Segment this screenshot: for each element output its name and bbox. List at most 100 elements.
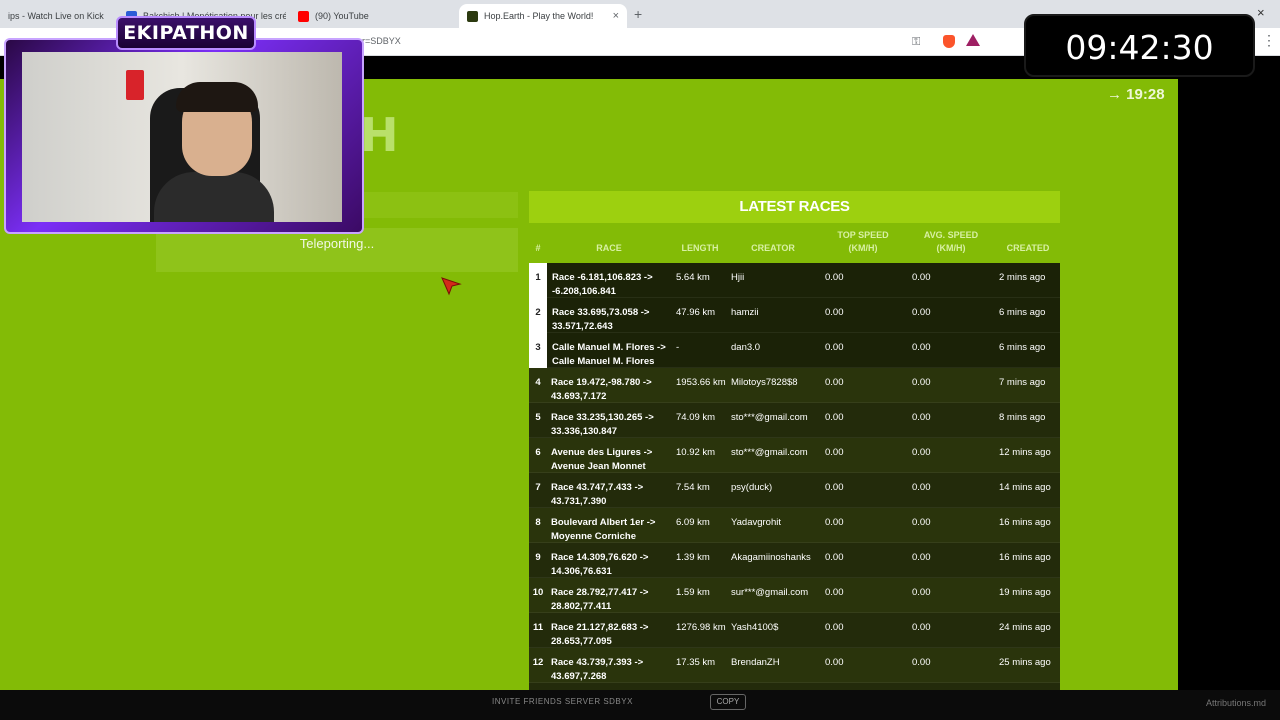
youtube-favicon-icon	[298, 10, 309, 22]
race-top-speed: 0.00	[825, 342, 844, 353]
races-table-header: # RACE LENGTH CREATOR TOP SPEED (KM/H) A…	[529, 223, 1060, 263]
tab-kick[interactable]: ips - Watch Live on Kick	[0, 4, 112, 28]
copy-server-button[interactable]: COPY	[710, 694, 746, 710]
brave-rewards-icon[interactable]	[966, 34, 980, 46]
tab-hop-earth-label: Hop.Earth - Play the World!	[484, 11, 594, 21]
race-created: 24 mins ago	[999, 622, 1051, 633]
race-creator: hamzii	[731, 307, 759, 318]
brave-shield-icon[interactable]	[943, 35, 955, 48]
race-row[interactable]: 6 Avenue des Ligures -> Avenue Jean Monne…	[529, 438, 1060, 473]
race-name: Boulevard Albert 1er -> Moyenne Corniche	[551, 517, 656, 542]
race-created: 6 mins ago	[999, 342, 1046, 353]
col-avg-speed-header: AVG. SPEED (KM/H)	[923, 230, 979, 253]
race-created: 16 mins ago	[999, 517, 1051, 528]
race-created: 7 mins ago	[999, 377, 1046, 388]
tab-close-icon[interactable]: ×	[605, 10, 619, 22]
race-length: 47.96 km	[676, 307, 716, 318]
race-row[interactable]: 10 Race 28.792,77.417 -> 28.802,77.411 1.5…	[529, 578, 1060, 613]
invite-friends-text: INVITE FRIENDS SERVER SDBYX	[492, 697, 633, 706]
race-row[interactable]: 1 Race -6.181,106.823 -> -6.208,106.841 5.…	[529, 263, 1060, 298]
key-icon[interactable]: ⚿	[912, 36, 920, 49]
new-tab-button[interactable]: +	[634, 6, 642, 22]
race-row[interactable]: 3 Calle Manuel M. Flores -> Calle Manuel …	[529, 333, 1060, 368]
race-creator: sur***@gmail.com	[731, 587, 809, 598]
races-table-body: 1 Race -6.181,106.823 -> -6.208,106.841 5.…	[529, 263, 1060, 690]
window-close-icon[interactable]: ×	[1257, 5, 1265, 20]
race-top-speed: 0.00	[825, 412, 844, 423]
race-number: 13	[529, 683, 547, 690]
race-creator: Milotoys7828$8	[731, 377, 798, 388]
race-number: 1	[529, 263, 547, 298]
stream-timer-text: 09:42:30	[1065, 28, 1214, 67]
race-top-speed: 0.00	[825, 377, 844, 388]
race-row[interactable]: 2 Race 33.695,73.058 -> 33.571,72.643 47.9…	[529, 298, 1060, 333]
race-number: 2	[529, 298, 547, 333]
race-length: 1276.98 km	[676, 622, 726, 633]
race-avg-speed: 0.00	[912, 447, 931, 458]
streamer-body	[154, 172, 274, 222]
race-length: 74.09 km	[676, 412, 716, 423]
race-name: Avenue des Ligures -> Avenue Jean Monnet	[551, 447, 653, 472]
game-clock: → 19:28	[1107, 86, 1165, 103]
race-number: 6	[535, 447, 541, 458]
attributions-link[interactable]: Attributions.md	[1206, 698, 1266, 708]
race-length: 10.92 km	[676, 447, 716, 458]
race-length: 6.09 km	[676, 517, 710, 528]
race-name: Race 19.472,-98.780 -> 43.693,7.172	[551, 377, 652, 402]
race-creator: dan3.0	[731, 342, 761, 353]
tab-youtube[interactable]: (90) YouTube	[290, 4, 455, 28]
tab-kick-label: ips - Watch Live on Kick	[8, 11, 104, 21]
webcam-overlay: EKIPATHON	[4, 16, 364, 234]
race-avg-speed: 0.00	[912, 517, 931, 528]
race-avg-speed: 0.00	[912, 587, 931, 598]
col-race-header: RACE	[596, 243, 622, 253]
race-avg-speed: 0.00	[912, 657, 931, 668]
race-avg-speed: 0.00	[912, 307, 931, 318]
race-avg-speed: 0.00	[912, 412, 931, 423]
ekipathon-title: EKIPATHON	[116, 16, 256, 50]
race-avg-speed: 0.00	[912, 342, 931, 353]
col-num-header: #	[535, 243, 541, 253]
race-row[interactable]: 5 Race 33.235,130.265 -> 33.336,130.847 74…	[529, 403, 1060, 438]
race-length: 1.39 km	[676, 552, 710, 563]
browser-menu-icon[interactable]: ⋮	[1262, 32, 1276, 49]
col-created-header: CREATED	[1006, 243, 1050, 253]
tab-hop-earth[interactable]: Hop.Earth - Play the World! ×	[459, 4, 627, 28]
race-avg-speed: 0.00	[912, 622, 931, 633]
wall-flag	[126, 70, 144, 100]
race-top-speed: 0.00	[825, 482, 844, 493]
race-row[interactable]: 9 Race 14.309,76.620 -> 14.306,76.631 1.39…	[529, 543, 1060, 578]
race-number: 5	[535, 412, 541, 423]
race-row[interactable]: 4 Race 19.472,-98.780 -> 43.693,7.172 1953…	[529, 368, 1060, 403]
race-name: Race -6.181,106.823 -> -6.208,106.841	[552, 272, 653, 297]
race-length: 17.35 km	[676, 657, 716, 668]
race-length: -	[676, 342, 680, 353]
race-created: 14 mins ago	[999, 482, 1051, 493]
race-row[interactable]: 13Race 40.310,122.880 -> ...0.000.0025 m…	[529, 683, 1060, 690]
race-row[interactable]: 11 Race 21.127,82.683 -> 28.653,77.095 127…	[529, 613, 1060, 648]
stream-timer: 09:42:30	[1024, 14, 1255, 77]
race-row[interactable]: 8 Boulevard Albert 1er -> Moyenne Cornich…	[529, 508, 1060, 543]
race-top-speed: 0.00	[825, 552, 844, 563]
race-name: Race 33.235,130.265 -> 33.336,130.847	[551, 412, 654, 437]
race-name: Race 28.792,77.417 -> 28.802,77.411	[551, 587, 649, 612]
race-creator: Akagamiinoshanks	[731, 552, 811, 563]
race-top-speed: 0.00	[825, 622, 844, 633]
race-number: 3	[529, 333, 547, 368]
webcam-feed	[22, 52, 342, 222]
race-top-speed: 0.00	[825, 517, 844, 528]
hop-earth-favicon-icon	[467, 10, 478, 22]
mouse-cursor-icon	[441, 277, 462, 296]
race-creator: BrendanZH	[731, 657, 780, 668]
race-created: 25 mins ago	[999, 657, 1051, 668]
race-top-speed: 0.00	[825, 587, 844, 598]
race-avg-speed: 0.00	[912, 482, 931, 493]
race-creator: Yash4100$	[731, 622, 779, 633]
race-name: Race 14.309,76.620 -> 14.306,76.631	[551, 552, 649, 577]
race-length: 7.54 km	[676, 482, 710, 493]
race-created: 12 mins ago	[999, 447, 1051, 458]
race-avg-speed: 0.00	[912, 377, 931, 388]
race-row[interactable]: 7 Race 43.747,7.433 -> 43.731,7.390 7.54 k…	[529, 473, 1060, 508]
race-creator: Yadavgrohit	[731, 517, 781, 528]
race-row[interactable]: 12 Race 43.739,7.393 -> 43.697,7.268 17.35…	[529, 648, 1060, 683]
